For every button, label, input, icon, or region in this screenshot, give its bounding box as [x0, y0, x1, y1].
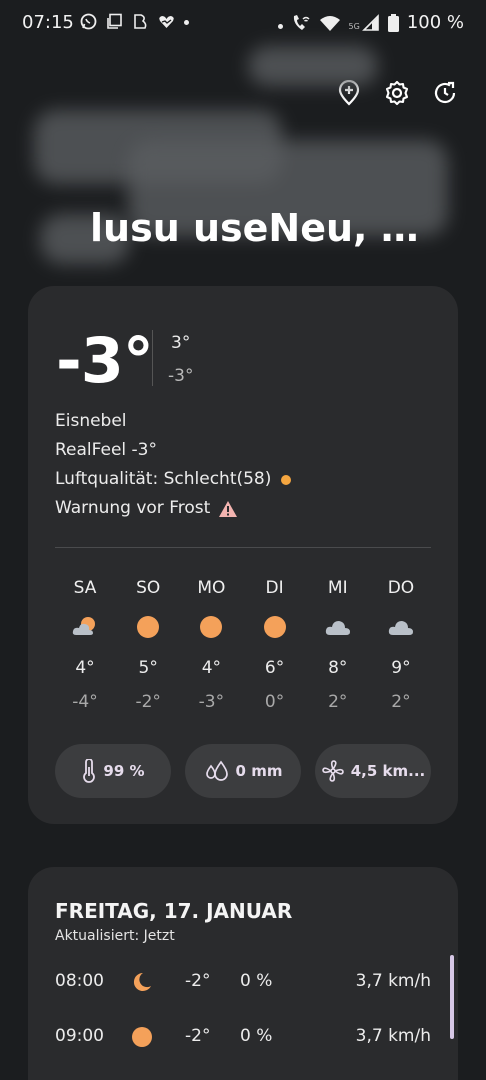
droplets-icon	[205, 760, 228, 781]
day-low: -2°	[135, 692, 161, 712]
day-high: 8°	[328, 658, 348, 678]
sun-icon	[137, 616, 160, 638]
day-low: 2°	[391, 692, 411, 712]
air-quality-label: Luftqualität: Schlecht(58)	[55, 469, 272, 489]
wifi-call-icon	[293, 14, 310, 30]
network-type-label: 5G	[348, 22, 360, 31]
forecast-day[interactable]: MO 4° -3°	[181, 576, 241, 714]
condition-text: Eisnebel	[55, 407, 291, 436]
hour-temperature: -2°	[185, 1026, 211, 1046]
realfeel-label: RealFeel -3°	[55, 440, 157, 460]
status-notification-icons	[80, 13, 189, 30]
notification-dot	[184, 20, 189, 25]
current-weather-card[interactable]: -3° 3° -3° Eisnebel RealFeel -3° Luftqua…	[28, 286, 458, 824]
hour-time: 09:00	[55, 1026, 104, 1046]
humidity-chip[interactable]: 99 %	[55, 744, 171, 798]
temperature-divider	[152, 330, 153, 386]
forecast-day[interactable]: DI 6° 0°	[245, 576, 305, 714]
day-label: DI	[265, 578, 284, 598]
forecast-day[interactable]: MI 8° 2°	[308, 576, 368, 714]
day-high: 4°	[201, 658, 222, 678]
heart-icon	[158, 13, 175, 30]
status-time: 07:15	[22, 12, 74, 33]
forecast-day[interactable]: SA 4° -4°	[55, 576, 115, 714]
partly-cloudy-icon	[72, 617, 95, 635]
precipitation-chip[interactable]: 0 mm	[185, 744, 301, 798]
day-high: 4°	[75, 658, 95, 678]
hourly-row[interactable]: 08:00 -2° 0 % 3,7 km/h	[55, 967, 431, 997]
card-divider	[55, 547, 431, 548]
day-high: 5°	[138, 658, 158, 678]
hourly-title: FREITAG, 17. JANUAR	[55, 899, 293, 923]
hour-time: 08:00	[55, 971, 104, 991]
day-label: SO	[136, 578, 161, 598]
day-label: MO	[197, 578, 226, 598]
day-low: 2°	[328, 692, 348, 712]
settings-button[interactable]	[384, 80, 410, 106]
wifi-icon	[319, 15, 340, 31]
day-high: 6°	[264, 658, 285, 678]
thermometer-icon	[83, 759, 96, 783]
whatsapp-icon	[80, 13, 97, 30]
frost-warning-row[interactable]: Warnung vor Frost	[55, 494, 291, 523]
forecast-day[interactable]: DO 9° 2°	[371, 576, 431, 714]
refresh-button[interactable]	[432, 80, 458, 106]
cloud-icon	[388, 621, 413, 635]
refresh-icon	[434, 81, 456, 104]
status-bar: 07:15 5G 100 %	[0, 0, 486, 48]
day-high: 9°	[391, 658, 411, 678]
day-label: MI	[327, 578, 348, 598]
day-label: DO	[387, 578, 415, 598]
humidity-value: 99 %	[103, 762, 145, 780]
status-system-icons: 5G 100 %	[277, 12, 464, 33]
daily-forecast: SA 4° -4° SO 5° -2° MO 4° -3° DI 6° 0° M…	[55, 576, 431, 714]
day-low: 0°	[264, 692, 285, 712]
hourly-forecast-card[interactable]: FREITAG, 17. JANUAR Aktualisiert: Jetzt …	[28, 867, 458, 1080]
cloud-icon	[325, 621, 350, 635]
hourly-row[interactable]: 09:00 -2° 0 % 3,7 km/h	[55, 1022, 431, 1052]
sun-icon	[132, 1027, 152, 1047]
warning-icon	[219, 500, 238, 517]
hour-wind: 3,7 km/h	[355, 1026, 431, 1046]
today-low: -3°	[168, 366, 194, 386]
warning-label: Warnung vor Frost	[55, 498, 211, 518]
updated-label: Aktualisiert: Jetzt	[55, 928, 175, 944]
forecast-day[interactable]: SO 5° -2°	[118, 576, 178, 714]
blurred-region	[248, 46, 378, 86]
precipitation-value: 0 mm	[235, 762, 283, 780]
fan-icon	[321, 760, 344, 782]
hour-wind: 3,7 km/h	[355, 971, 431, 991]
status-dot	[277, 23, 283, 29]
hour-precipitation: 0 %	[240, 1026, 273, 1046]
copy-icon	[106, 13, 123, 30]
sun-icon	[200, 616, 223, 638]
realfeel-text: RealFeel -3°	[55, 436, 291, 465]
wind-chip[interactable]: 4,5 km...	[315, 744, 431, 798]
hour-precipitation: 0 %	[240, 971, 273, 991]
scrollbar[interactable]	[450, 955, 454, 1039]
battery-percent: 100 %	[406, 12, 464, 33]
signal-icon	[361, 13, 379, 31]
day-low: -4°	[72, 692, 98, 712]
sun-icon	[263, 616, 286, 638]
hour-temperature: -2°	[185, 971, 211, 991]
settings-icon	[385, 80, 409, 106]
air-quality-dot-icon	[281, 474, 292, 485]
city-title[interactable]: lusu useNeu, N...	[90, 206, 450, 250]
day-low: -3°	[198, 692, 225, 712]
battery-icon	[387, 13, 399, 32]
current-temperature: -3°	[56, 324, 154, 397]
condition-list: Eisnebel RealFeel -3° Luftqualität: Schl…	[55, 407, 292, 523]
day-label: SA	[73, 578, 97, 598]
air-quality-row[interactable]: Luftqualität: Schlecht(58)	[55, 465, 292, 494]
app-icon	[132, 13, 149, 30]
moon-icon	[133, 972, 151, 991]
detail-chips: 99 % 0 mm 4,5 km...	[55, 744, 431, 798]
today-high: 3°	[171, 333, 191, 353]
condition-label: Eisnebel	[55, 411, 127, 431]
wind-value: 4,5 km...	[350, 762, 426, 780]
